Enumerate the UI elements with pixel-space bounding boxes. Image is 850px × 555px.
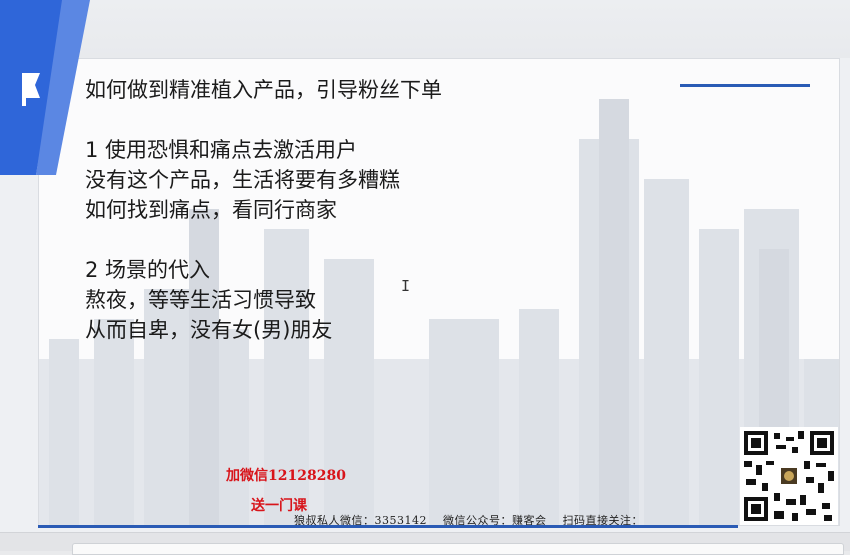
point-1-detail-1: 没有这个产品，生活将要有多糟糕	[85, 168, 400, 192]
promo-wechat: 加微信12128280	[226, 468, 346, 484]
top-strip	[0, 0, 850, 58]
slide-text: 如何做到精准植入产品，引导粉丝下单 1 使用恐惧和痛点去激活用户 没有这个产品，…	[85, 75, 442, 345]
point-1-heading: 1 使用恐惧和痛点去激活用户	[85, 138, 358, 162]
footer-line	[38, 525, 738, 528]
accent-line	[680, 84, 810, 87]
qr-center-logo	[778, 465, 800, 487]
qr-code-icon[interactable]	[740, 427, 838, 525]
point-2-detail-1: 熬夜，等等生活习惯导致	[85, 288, 316, 312]
bottom-tab[interactable]	[72, 543, 844, 555]
qr-code-graphic	[740, 427, 838, 525]
point-2-detail-2: 从而自卑，没有女(男)朋友	[85, 318, 333, 342]
text-cursor-icon: I	[401, 277, 411, 295]
slide-panel: 如何做到精准植入产品，引导粉丝下单 1 使用恐惧和痛点去激活用户 没有这个产品，…	[38, 58, 840, 526]
point-1-detail-2: 如何找到痛点，看同行商家	[85, 198, 337, 222]
slide-title: 如何做到精准植入产品，引导粉丝下单	[85, 78, 442, 102]
slide-frame: 如何做到精准植入产品，引导粉丝下单 1 使用恐惧和痛点去激活用户 没有这个产品，…	[0, 0, 850, 532]
point-2-heading: 2 场景的代入	[85, 258, 211, 282]
corner-decoration	[0, 0, 90, 175]
